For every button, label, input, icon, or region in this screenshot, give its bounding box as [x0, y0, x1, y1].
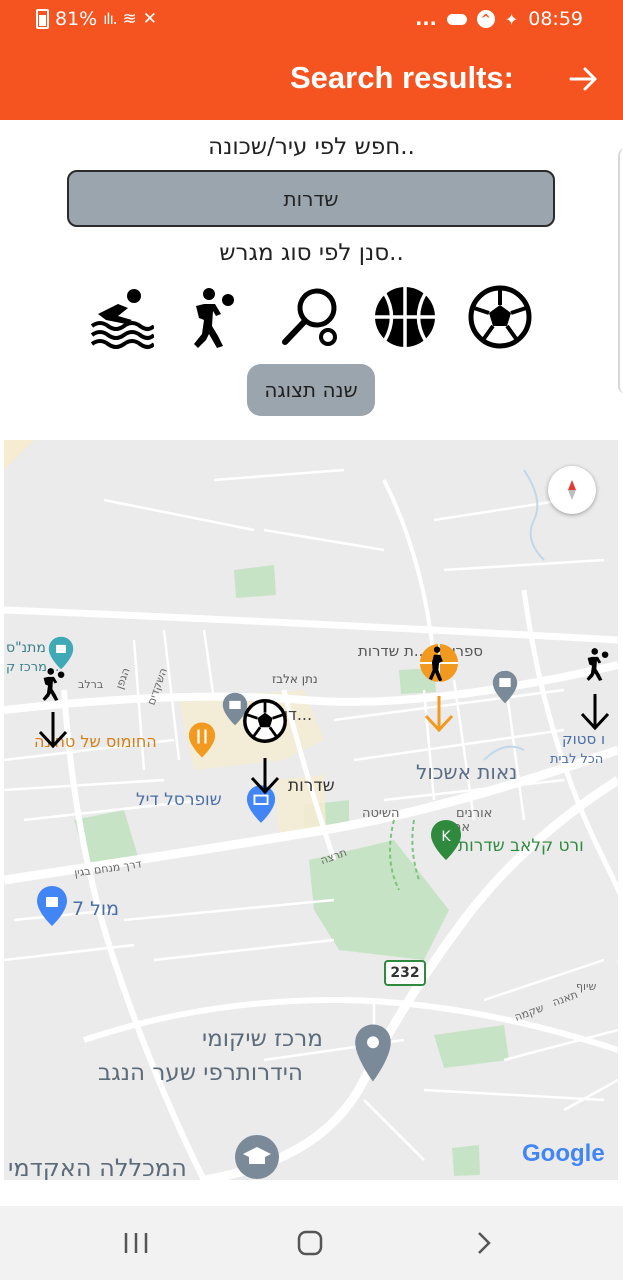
google-logo-text: Google: [522, 1140, 605, 1167]
map-street-barlev: ברלב: [78, 678, 104, 691]
map-label-mall: מול 7: [72, 898, 120, 920]
map-label-sport: ו סטוק: [562, 730, 606, 748]
map-street-hashita: השיטה: [362, 806, 400, 821]
tennis-icon[interactable]: [277, 284, 343, 350]
battery-icon: [36, 9, 49, 29]
signal-icon: ılı.: [103, 10, 117, 28]
map-base: [4, 440, 618, 1180]
system-nav-bar: [0, 1206, 623, 1280]
country-club-pin-icon[interactable]: K: [430, 820, 462, 860]
clock: 08:59: [528, 8, 583, 30]
google-logo: Google: [522, 1140, 605, 1168]
mute-icon: ✕: [142, 9, 158, 29]
search-input[interactable]: שדרות: [67, 170, 555, 227]
mixed-court-marker-icon[interactable]: [418, 642, 460, 684]
search-label: חפש לפי עיר/שכונה..: [208, 134, 415, 160]
cloud-icon: [446, 13, 467, 25]
status-left: 81% ılı. ≋ ✕: [36, 8, 157, 30]
map-view[interactable]: ספריה ע...ת שדרות נתן אלבז דואר יש... מת…: [4, 440, 618, 1180]
compass-icon: [568, 480, 576, 500]
map-label-rehab-2: הידרותרפי שער הנגב: [98, 1060, 303, 1086]
map-label-matnas: מתנ"ס: [6, 640, 46, 656]
soccer-icon[interactable]: [467, 284, 533, 350]
handball-court-marker-east-icon[interactable]: [580, 640, 616, 688]
wifi-icon: ≋: [122, 9, 137, 29]
app-icon: ^: [476, 10, 495, 28]
recent-apps-icon[interactable]: [116, 1228, 156, 1258]
map-label-sderot: שדרות: [288, 776, 335, 796]
map-label-hakol: הכל לבית: [550, 752, 604, 767]
map-label-college: המכללה האקדמי: [8, 1154, 187, 1180]
twitter-icon: ✦: [504, 9, 519, 29]
status-bar: 81% ılı. ≋ ✕ ... ^ ✦ 08:59: [0, 0, 623, 38]
mall-pin-icon[interactable]: [36, 884, 68, 928]
change-view-button[interactable]: שנה תצוגה: [247, 364, 375, 416]
route-shield: 232: [384, 960, 426, 986]
scroll-edge: [618, 148, 623, 394]
basketball-icon[interactable]: [372, 284, 438, 350]
swimming-icon[interactable]: [88, 284, 154, 350]
app-header: Search results:: [0, 38, 623, 120]
college-pin-icon[interactable]: [234, 1134, 280, 1180]
battery-level: 81%: [55, 8, 98, 30]
map-street-oranim: אורנים: [456, 806, 493, 821]
back-icon[interactable]: [464, 1228, 504, 1258]
page-title: Search results:: [290, 60, 514, 95]
library-pin-icon[interactable]: [492, 670, 518, 704]
map-label-natan: נתן אלבז: [272, 672, 318, 686]
restaurant-pin-icon[interactable]: [188, 722, 216, 758]
map-label-super: שופרסל דיל: [136, 790, 222, 810]
svg-text:K: K: [441, 829, 451, 845]
home-icon[interactable]: [290, 1228, 330, 1258]
map-label-neot: נאות אשכול: [416, 760, 518, 784]
arrow-right-icon[interactable]: [566, 62, 600, 96]
soccer-court-marker-icon[interactable]: [242, 698, 288, 744]
handball-marker-east-arrow-icon: [580, 694, 610, 731]
mixed-marker-arrow-icon: [424, 696, 454, 733]
handball-icon[interactable]: [182, 284, 248, 350]
rehab-center-pin-icon[interactable]: [354, 1024, 392, 1082]
more-dots: ...: [415, 8, 437, 30]
compass-button[interactable]: [548, 466, 596, 514]
map-label-country: ורט קלאב שדרות: [458, 836, 584, 856]
handball-court-marker-west-icon[interactable]: [36, 660, 72, 708]
map-street-siyuf: שיוף: [576, 980, 597, 993]
map-label-rehab-1: מרכז שיקומי: [202, 1026, 323, 1052]
handball-marker-west-arrow-icon: [38, 712, 68, 749]
soccer-marker-arrow-icon: [250, 758, 280, 795]
filter-label: סנן לפי סוג מגרש..: [219, 240, 404, 266]
status-right: ... ^ ✦ 08:59: [415, 8, 583, 30]
